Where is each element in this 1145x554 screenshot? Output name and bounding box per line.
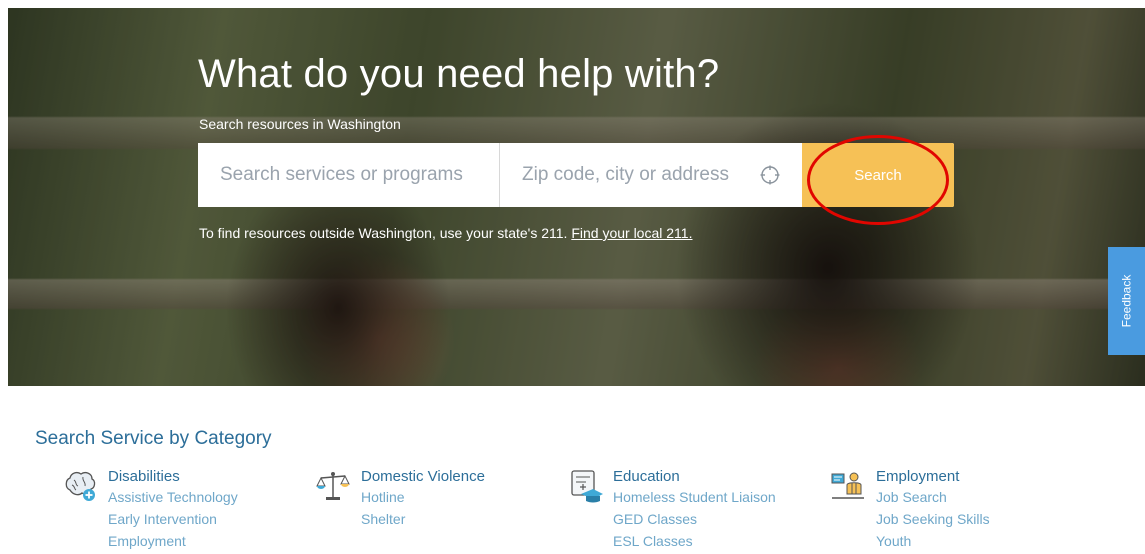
hero-title: What do you need help with? <box>198 52 720 96</box>
search-input[interactable] <box>198 143 500 207</box>
hero-note: To find resources outside Washington, us… <box>199 225 692 241</box>
categories-title: Search Service by Category <box>35 428 272 449</box>
category-name-education[interactable]: Education <box>613 468 776 486</box>
category-name-domestic-violence[interactable]: Domestic Violence <box>361 468 485 486</box>
category-link[interactable]: Job Search <box>876 486 990 508</box>
search-bar: Search <box>198 143 954 207</box>
hero-subtitle: Search resources in Washington <box>199 116 401 132</box>
category-domestic-violence: Domestic Violence Hotline Shelter <box>315 468 485 530</box>
category-link[interactable]: Assistive Technology <box>108 486 238 508</box>
category-link[interactable]: Employment <box>108 530 238 552</box>
category-link[interactable]: Job Seeking Skills <box>876 508 990 530</box>
category-link[interactable]: Youth <box>876 530 990 552</box>
category-education: Education Homeless Student Liaison GED C… <box>567 468 776 552</box>
brain-plus-icon <box>65 471 96 501</box>
feedback-label: Feedback <box>1119 274 1134 328</box>
category-name-employment[interactable]: Employment <box>876 468 990 486</box>
locate-icon[interactable] <box>760 165 780 185</box>
feedback-tab[interactable]: Feedback <box>1108 247 1145 355</box>
category-link[interactable]: ESL Classes <box>613 530 776 552</box>
category-name-disabilities[interactable]: Disabilities <box>108 468 238 486</box>
category-link[interactable]: Shelter <box>361 508 485 530</box>
category-link[interactable]: Early Intervention <box>108 508 238 530</box>
location-input[interactable] <box>500 143 802 207</box>
hero-note-text: To find resources outside Washington, us… <box>199 225 572 241</box>
location-field <box>500 143 802 207</box>
category-link[interactable]: Hotline <box>361 486 485 508</box>
category-disabilities: Disabilities Assistive Technology Early … <box>62 468 238 552</box>
employment-icon <box>831 472 864 499</box>
category-employment: Employment Job Search Job Seeking Skills… <box>830 468 990 552</box>
category-link[interactable]: Homeless Student Liaison <box>613 486 776 508</box>
education-icon <box>571 470 603 503</box>
scales-icon <box>316 472 350 500</box>
category-link[interactable]: GED Classes <box>613 508 776 530</box>
search-button[interactable]: Search <box>802 143 954 207</box>
find-local-211-link[interactable]: Find your local 211. <box>571 225 692 241</box>
